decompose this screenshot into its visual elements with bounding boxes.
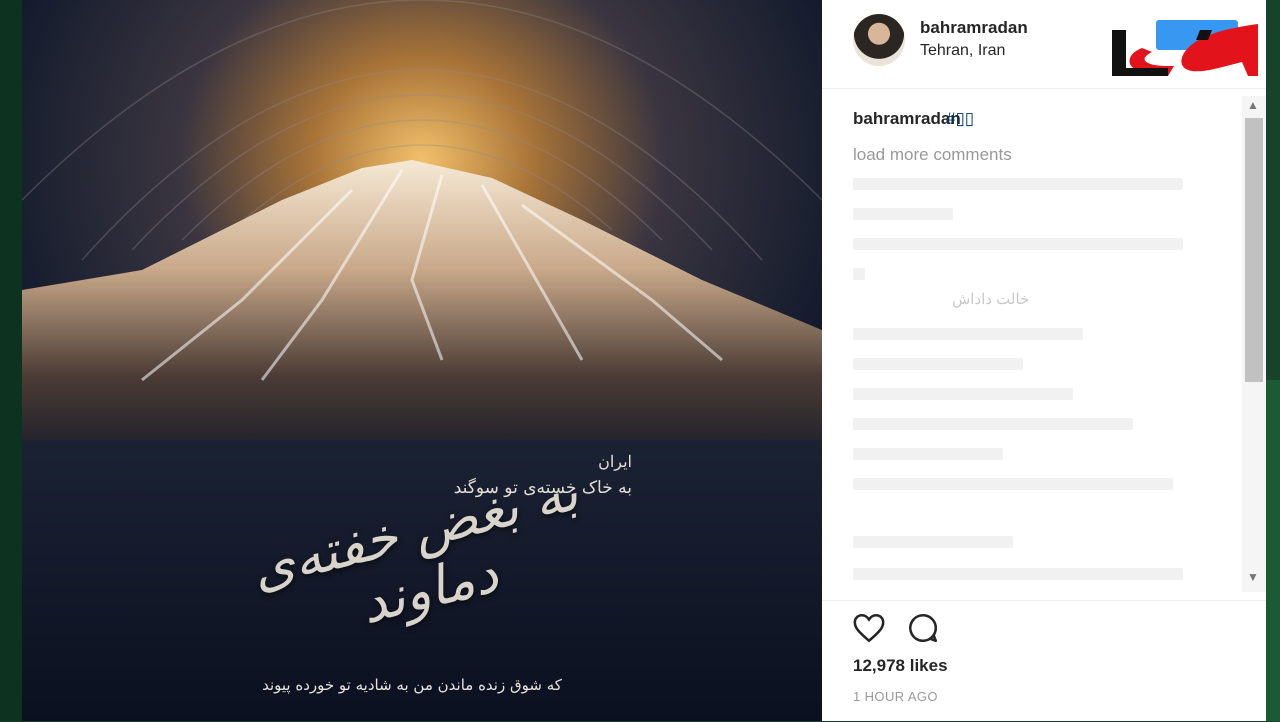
faded-comment — [853, 238, 1183, 250]
post-detail-panel: bahramradan Tehran, Iran bahramradan #▯▯… — [822, 0, 1266, 721]
faded-comment — [853, 268, 865, 280]
faded-comment — [853, 358, 1023, 370]
comments-list: bahramradan #▯▯ load more comments خالت … — [822, 96, 1242, 596]
caption-hashtag[interactable]: #▯▯ — [946, 109, 974, 129]
faded-comment — [853, 478, 1173, 490]
faded-comment — [853, 448, 1003, 460]
logo-watermark — [1112, 24, 1258, 76]
faded-comment — [853, 328, 1083, 340]
header-username[interactable]: bahramradan — [920, 18, 1028, 38]
faded-comment — [853, 388, 1073, 400]
post-timestamp[interactable]: 1 HOUR AGO — [853, 689, 938, 704]
faded-comment — [853, 418, 1133, 430]
poster-verse: که شوق زنده ماندن من به شادیه تو خورده پ… — [262, 676, 562, 694]
faded-comment — [853, 568, 1183, 580]
heart-icon[interactable] — [852, 611, 886, 645]
faded-comment — [853, 208, 953, 220]
scroll-down-icon[interactable]: ▼ — [1247, 570, 1259, 584]
post-actions: 12,978 likes 1 HOUR AGO — [822, 600, 1266, 722]
avatar[interactable] — [853, 14, 905, 66]
backdrop-right — [1266, 380, 1280, 721]
load-more-comments-link[interactable]: load more comments — [853, 145, 1012, 165]
scrollbar-thumb[interactable] — [1245, 118, 1263, 382]
faded-comment — [853, 178, 1183, 190]
faded-comment-text: خالت داداش — [952, 291, 1030, 308]
likes-count[interactable]: 12,978 likes — [853, 656, 948, 676]
backdrop-left — [0, 0, 22, 721]
comments-scrollbar[interactable]: ▲ ▼ — [1242, 96, 1266, 592]
scroll-up-icon[interactable]: ▲ — [1247, 98, 1259, 112]
caption-username[interactable]: bahramradan — [853, 109, 961, 129]
post-image: ایران به خاک خسته‌ی تو سوگند به بغض خفته… — [22, 0, 822, 721]
comment-icon[interactable] — [906, 611, 940, 645]
header-location[interactable]: Tehran, Iran — [920, 42, 1005, 60]
faded-comment — [853, 536, 1013, 548]
